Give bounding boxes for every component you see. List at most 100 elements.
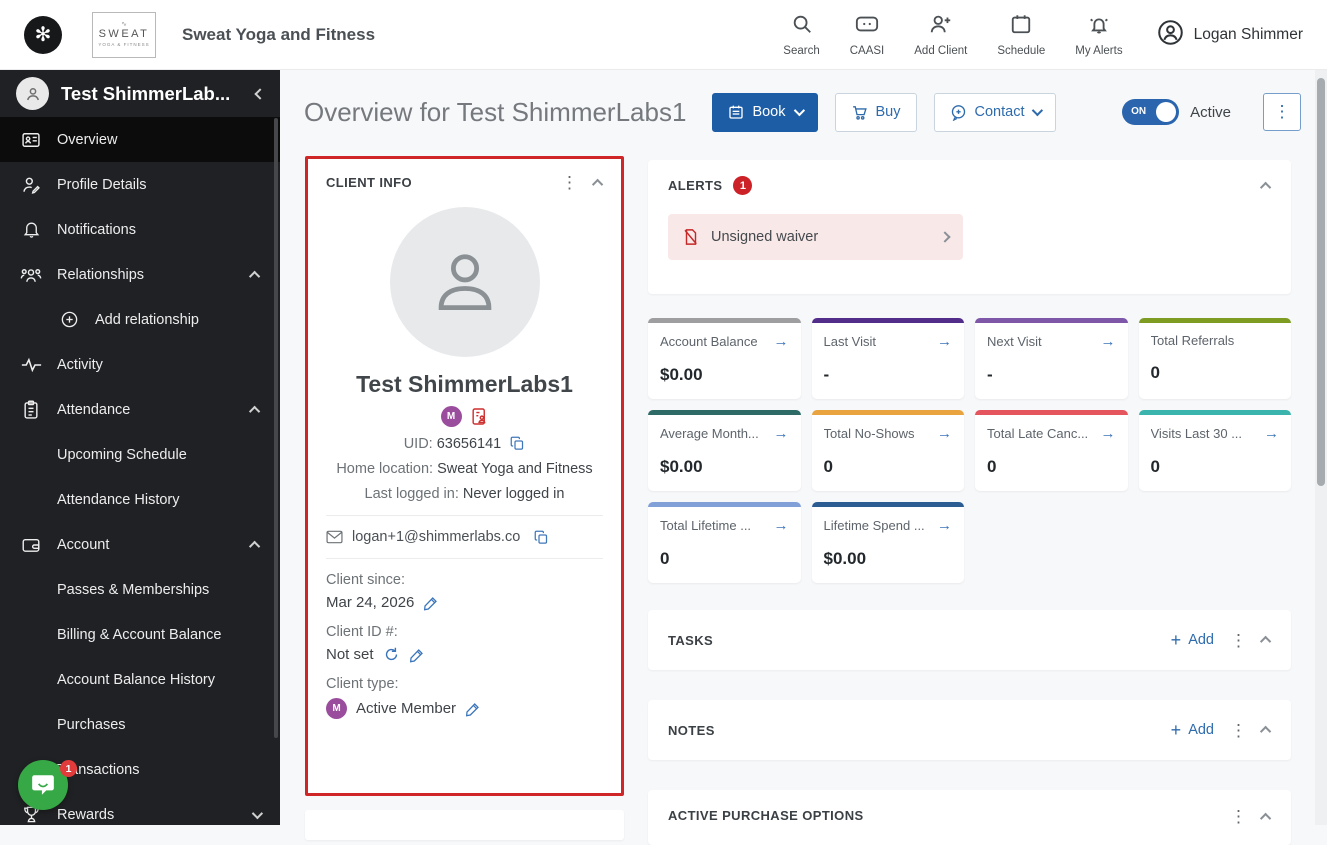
metric-total-lifetime[interactable]: Total Lifetime ... → 0	[648, 502, 801, 583]
metric-value: 0	[823, 457, 833, 476]
active-purchase-options-panel: ACTIVE PURCHASE OPTIONS ⋮	[648, 790, 1291, 845]
unsigned-waiver-alert-icon	[684, 229, 697, 245]
contact-button[interactable]: Contact	[933, 92, 1057, 132]
email-icon	[326, 530, 343, 544]
metric-next-visit[interactable]: Next Visit → -	[975, 318, 1128, 399]
status-label: Active	[1190, 103, 1231, 121]
edit-pencil-icon[interactable]	[465, 701, 481, 717]
nav-add-client[interactable]: Add Client	[914, 13, 967, 57]
email-row: logan+1@shimmerlabs.co	[326, 529, 603, 545]
sidebar-collapse-icon[interactable]	[254, 87, 266, 100]
metric-value: $0.00	[660, 365, 703, 384]
edit-pencil-icon[interactable]	[409, 647, 425, 663]
copy-icon[interactable]	[510, 436, 525, 451]
metric-account-balance[interactable]: Account Balance → $0.00	[648, 318, 801, 399]
copy-icon[interactable]	[534, 530, 549, 545]
metric-total-late-cancels[interactable]: Total Late Canc... → 0	[975, 410, 1128, 491]
active-toggle[interactable]: ON	[1122, 99, 1180, 125]
buy-button[interactable]: Buy	[834, 92, 917, 132]
sidebar-item-billing-account-balance[interactable]: Billing & Account Balance	[0, 612, 280, 657]
arrow-right-icon[interactable]: →	[774, 425, 789, 442]
arrow-right-icon[interactable]: →	[937, 333, 952, 350]
caasi-icon	[855, 13, 879, 40]
collapse-chevron-icon[interactable]	[591, 178, 604, 190]
arrow-right-icon[interactable]: →	[774, 333, 789, 350]
metric-label: Next Visit	[987, 334, 1042, 349]
next-card-peek	[305, 810, 624, 840]
edit-pencil-icon[interactable]	[423, 595, 439, 611]
nav-caasi[interactable]: CAASI	[850, 13, 884, 57]
sidebar-item-attendance-history[interactable]: Attendance History	[0, 477, 280, 522]
metric-total-no-shows[interactable]: Total No-Shows → 0	[811, 410, 964, 491]
schedule-icon	[1010, 13, 1032, 40]
client-info-kebab-icon[interactable]: ⋮	[561, 174, 578, 191]
alert-unsigned-waiver[interactable]: Unsigned waiver	[668, 214, 963, 260]
metric-visits-last-30[interactable]: Visits Last 30 ... → 0	[1138, 410, 1291, 491]
sidebar-item-notifications[interactable]: Notifications	[0, 207, 280, 252]
sidebar-item-label: Overview	[57, 131, 118, 148]
refresh-icon[interactable]	[383, 646, 400, 663]
metric-last-visit[interactable]: Last Visit → -	[811, 318, 964, 399]
sidebar-item-relationships[interactable]: Relationships	[0, 252, 280, 297]
sidebar-item-label: Profile Details	[57, 176, 147, 193]
tasks-kebab-icon[interactable]: ⋮	[1230, 632, 1247, 649]
notes-panel: NOTES + Add ⋮	[648, 700, 1291, 760]
home-location-value: Sweat Yoga and Fitness	[437, 461, 593, 477]
sidebar-item-label: Transactions	[57, 761, 140, 778]
notes-add-button[interactable]: + Add	[1171, 721, 1214, 739]
unsigned-waiver-icon[interactable]	[470, 407, 489, 426]
metric-value: -	[987, 365, 993, 384]
nav-search[interactable]: Search	[783, 13, 820, 57]
arrow-right-icon[interactable]: →	[1101, 425, 1116, 442]
chevron-right-icon	[939, 231, 951, 243]
sidebar-item-label: Notifications	[57, 221, 136, 238]
collapse-chevron-icon[interactable]	[1259, 725, 1272, 738]
collapse-chevron-icon[interactable]	[1259, 635, 1272, 648]
chevron-down-icon[interactable]	[251, 807, 264, 819]
page-kebab-menu-button[interactable]: ⋮	[1263, 93, 1301, 131]
metric-label: Lifetime Spend ...	[823, 518, 925, 533]
sidebar-item-passes-memberships[interactable]: Passes & Memberships	[0, 567, 280, 612]
sidebar-item-account-balance-history[interactable]: Account Balance History	[0, 657, 280, 702]
notes-kebab-icon[interactable]: ⋮	[1230, 722, 1247, 739]
sidebar-item-label: Account	[57, 536, 110, 553]
client-avatar-large	[389, 207, 540, 357]
sidebar-item-purchases[interactable]: Purchases	[0, 702, 280, 747]
sidebar-item-add-relationship[interactable]: Add relationship	[0, 297, 280, 342]
sidebar-item-overview[interactable]: Overview	[0, 117, 280, 162]
arrow-right-icon[interactable]: →	[937, 517, 952, 534]
metric-average-monthly[interactable]: Average Month... → $0.00	[648, 410, 801, 491]
metric-total-referrals[interactable]: Total Referrals 0	[1138, 318, 1291, 399]
metric-label: Total Referrals	[1150, 333, 1235, 348]
nav-schedule[interactable]: Schedule	[997, 13, 1045, 57]
sidebar-item-label: Upcoming Schedule	[57, 446, 187, 463]
metric-value: 0	[1150, 457, 1160, 476]
client-name: Test ShimmerLabs1	[356, 371, 573, 397]
scrollbar-thumb[interactable]	[1317, 78, 1325, 486]
app-logo-icon[interactable]: ✻	[24, 15, 62, 54]
nav-add-client-label: Add Client	[914, 44, 968, 57]
sidebar-scrollbar[interactable]	[274, 118, 278, 738]
sidebar-item-upcoming-schedule[interactable]: Upcoming Schedule	[0, 432, 280, 477]
collapse-chevron-icon[interactable]	[1259, 181, 1272, 193]
person-icon	[438, 254, 491, 311]
sidebar-item-account[interactable]: Account	[0, 522, 280, 567]
arrow-right-icon[interactable]: →	[1101, 333, 1116, 350]
tasks-add-button[interactable]: + Add	[1171, 631, 1214, 649]
chevron-down-icon	[793, 104, 805, 117]
arrow-right-icon[interactable]: →	[774, 517, 789, 534]
sidebar-item-attendance[interactable]: Attendance	[0, 387, 280, 432]
tasks-panel: TASKS + Add ⋮	[648, 610, 1291, 670]
sidebar-item-profile-details[interactable]: Profile Details	[0, 162, 280, 207]
page-scrollbar[interactable]	[1315, 70, 1327, 825]
studio-logo: ∿ SWEAT YOGA & FITNESS	[92, 11, 156, 58]
arrow-right-icon[interactable]: →	[937, 425, 952, 442]
arrow-right-icon[interactable]: →	[1264, 425, 1279, 442]
active-purchase-kebab-icon[interactable]: ⋮	[1230, 808, 1247, 825]
metric-lifetime-spend[interactable]: Lifetime Spend ... → $0.00	[811, 502, 964, 583]
collapse-chevron-icon[interactable]	[1259, 812, 1272, 824]
sidebar-item-activity[interactable]: Activity	[0, 342, 280, 387]
nav-my-alerts[interactable]: My Alerts	[1075, 13, 1123, 57]
book-button[interactable]: Book	[712, 92, 818, 132]
user-menu[interactable]: Logan Shimmer	[1157, 19, 1303, 51]
